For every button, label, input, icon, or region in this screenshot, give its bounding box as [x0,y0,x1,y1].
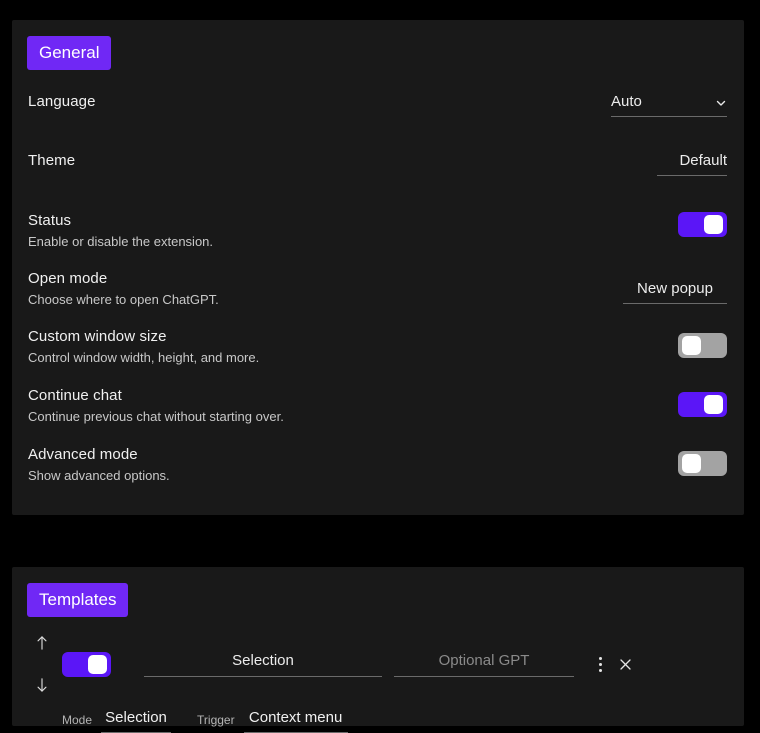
setting-label-status: Status Enable or disable the extension. [28,210,213,250]
template-name-input[interactable]: Selection [144,652,382,677]
setting-row-continue-chat: Continue chat Continue previous chat wit… [12,385,744,427]
setting-desc-status: Enable or disable the extension. [28,234,214,249]
template-reorder-controls [28,631,56,697]
toggle-knob [704,215,723,234]
setting-row-theme: Theme Default [12,150,744,192]
toggle-knob [682,336,701,355]
templates-card: Templates Selection Optional GPT Mode Se… [12,567,744,733]
setting-title-status: Status [28,212,72,229]
general-section-badge: General [27,36,112,70]
template-trigger-label: Trigger [197,713,235,727]
setting-control-continue-chat [678,385,727,417]
setting-title-open-mode: Open mode [28,270,108,287]
template-item-meta-row: Mode Selection Trigger Context menu [62,709,727,733]
open-mode-select[interactable]: New popup [623,280,727,304]
chevron-down-icon [715,96,727,108]
status-toggle[interactable] [678,212,727,237]
template-list: Selection Optional GPT Mode Selection Tr… [12,631,744,733]
setting-control-advanced-mode [678,444,727,476]
template-list-item: Selection Optional GPT Mode Selection Tr… [28,631,727,733]
theme-select[interactable]: Default [657,152,727,176]
templates-section-badge: Templates [27,583,129,617]
setting-control-language: Auto [611,91,727,117]
setting-title-language: Language [28,93,96,110]
setting-desc-open-mode: Choose where to open ChatGPT. [28,292,219,307]
setting-title-custom-window-size: Custom window size [28,328,167,345]
kebab-dot [598,656,602,660]
language-select[interactable]: Auto [611,93,727,117]
template-mode-select[interactable]: Selection [101,709,172,733]
setting-title-continue-chat: Continue chat [28,387,122,404]
setting-desc-custom-window-size: Control window width, height, and more. [28,350,260,365]
continue-chat-toggle[interactable] [678,392,727,417]
theme-select-value: Default [679,152,727,169]
kebab-dot [598,662,602,666]
setting-label-open-mode: Open mode Choose where to open ChatGPT. [28,268,219,308]
template-item-main-row: Selection Optional GPT [28,631,727,697]
language-select-value: Auto [611,93,642,110]
setting-control-custom-window-size [678,326,727,358]
setting-label-continue-chat: Continue chat Continue previous chat wit… [28,385,284,425]
toggle-knob [682,454,701,473]
template-gpt-input[interactable]: Optional GPT [394,652,574,677]
setting-control-open-mode: New popup [623,268,727,304]
setting-row-custom-window-size: Custom window size Control window width,… [12,326,744,368]
setting-desc-advanced-mode: Show advanced options. [28,468,170,483]
toggle-knob [704,395,723,414]
setting-label-language: Language [28,91,96,111]
arrow-down-icon[interactable] [32,673,52,697]
advanced-mode-toggle[interactable] [678,451,727,476]
general-settings-rows: Language Auto Theme Default Status Enabl… [12,91,744,486]
template-enabled-toggle[interactable] [62,651,111,677]
setting-row-status: Status Enable or disable the extension. [12,210,744,252]
setting-title-theme: Theme [28,152,76,169]
setting-label-custom-window-size: Custom window size Control window width,… [28,326,259,366]
close-icon[interactable] [614,652,636,676]
open-mode-select-value: New popup [637,280,713,297]
kebab-dot [598,668,602,672]
setting-control-status [678,210,727,237]
setting-label-advanced-mode: Advanced mode Show advanced options. [28,444,170,484]
setting-row-open-mode: Open mode Choose where to open ChatGPT. … [12,268,744,310]
kebab-dots [598,655,602,673]
template-trigger-select[interactable]: Context menu [243,709,348,733]
custom-window-size-toggle[interactable] [678,333,727,358]
template-mode-label: Mode [62,713,93,727]
general-settings-card: General Language Auto Theme Default Stat… [12,20,744,515]
setting-control-theme: Default [657,150,727,176]
setting-label-theme: Theme [28,150,75,170]
arrow-up-icon[interactable] [32,631,52,655]
setting-title-advanced-mode: Advanced mode [28,446,138,463]
kebab-menu-icon[interactable] [589,652,611,676]
setting-desc-continue-chat: Continue previous chat without starting … [28,409,284,424]
toggle-knob [88,654,107,674]
setting-row-language: Language Auto [12,91,744,133]
setting-row-advanced-mode: Advanced mode Show advanced options. [12,444,744,486]
